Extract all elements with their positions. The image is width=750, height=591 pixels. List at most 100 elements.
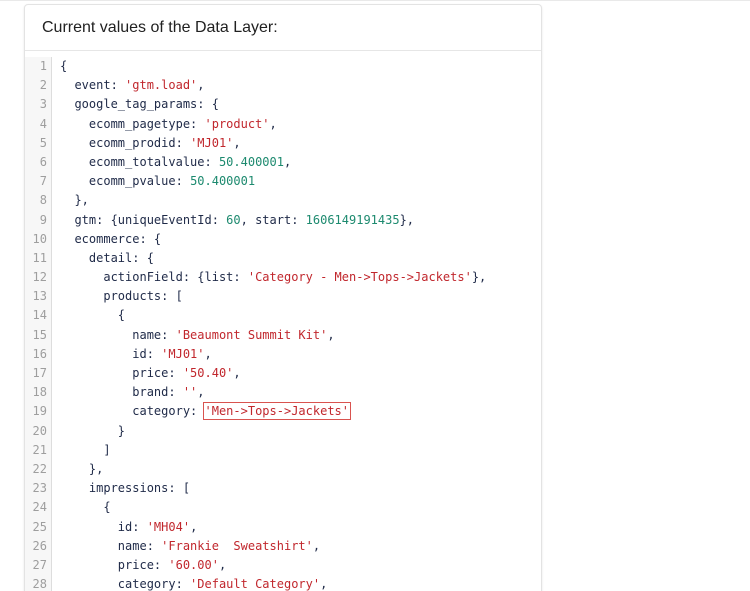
line-number: 5 xyxy=(25,133,52,153)
line-number: 22 xyxy=(25,459,52,480)
code-token: , xyxy=(312,538,321,553)
code-line: 2 event: 'gtm.load', xyxy=(25,76,541,96)
code-token: }, xyxy=(88,461,104,476)
code-line: 10 ecommerce: { xyxy=(25,229,541,249)
line-number: 24 xyxy=(25,498,52,518)
code-token: '50.40' xyxy=(182,366,234,380)
code-token: , xyxy=(190,519,198,534)
code-token: ecomm_prodid: xyxy=(88,135,191,150)
code-line: 21 ] xyxy=(25,440,541,460)
line-number: 20 xyxy=(25,421,52,441)
code-token: price: xyxy=(117,557,169,572)
code-line: 15 name: 'Beaumont Summit Kit', xyxy=(25,325,541,345)
code-text: ] xyxy=(52,441,110,460)
code-text: { xyxy=(52,57,67,76)
code-token: , xyxy=(233,135,241,150)
line-number: 9 xyxy=(25,210,52,230)
code-line: 7 ecomm_pvalue: 50.400001 xyxy=(25,172,541,192)
code-line: 20 } xyxy=(25,421,541,441)
line-number: 28 xyxy=(25,575,52,591)
code-line: 4 ecomm_pagetype: 'product', xyxy=(25,114,541,134)
code-line: 18 brand: '', xyxy=(25,383,541,403)
code-token: 1606149191435 xyxy=(305,212,400,227)
code-line: 23 impressions: [ xyxy=(25,479,541,499)
code-token: , start: xyxy=(240,212,306,227)
code-text: google_tag_params: { xyxy=(52,95,219,114)
code-line: 13 products: [ xyxy=(25,287,541,307)
code-token: 'Category - Men->Tops->Jackets' xyxy=(247,270,472,285)
code-line: 16 id: 'MJ01', xyxy=(25,344,541,364)
code-text: price: '60.00', xyxy=(52,556,226,575)
code-line: 11 detail: { xyxy=(25,248,541,269)
code-token: 'Frankie Sweatshirt' xyxy=(161,538,313,553)
code-token: 'MJ01' xyxy=(161,346,205,361)
code-text: category: 'Default Category', xyxy=(52,575,328,591)
code-token: category: xyxy=(117,577,191,591)
code-token: 'Default Category' xyxy=(190,577,321,591)
code-token: 'Beaumont Summit Kit' xyxy=(175,327,328,342)
code-text: impressions: [ xyxy=(52,479,190,498)
code-line: 19 category: 'Men->Tops->Jackets' xyxy=(25,402,541,422)
code-token: 'MH04' xyxy=(146,519,191,534)
line-number: 8 xyxy=(25,191,52,211)
code-token: , xyxy=(204,346,212,361)
code-line: 5 ecomm_prodid: 'MJ01', xyxy=(25,133,541,153)
code-line: 26 name: 'Frankie Sweatshirt', xyxy=(25,536,541,556)
code-token: , xyxy=(269,116,277,131)
line-number: 13 xyxy=(25,287,52,307)
code-token: name: xyxy=(117,538,162,553)
code-token: { xyxy=(103,500,111,515)
code-text: gtm: {uniqueEventId: 60, start: 16061491… xyxy=(52,211,414,230)
line-number: 17 xyxy=(25,364,52,384)
code-token: 'MJ01' xyxy=(190,135,234,150)
code-token: name: xyxy=(132,327,176,342)
code-token: event: xyxy=(74,78,126,93)
code-token: id: xyxy=(132,346,162,361)
line-number: 18 xyxy=(25,383,52,403)
code-token: ecommerce: { xyxy=(74,231,162,246)
code-token: '60.00' xyxy=(168,557,219,572)
page: Current values of the Data Layer: 1 {2 ev… xyxy=(0,0,750,591)
line-number: 6 xyxy=(25,152,52,173)
code-token: , xyxy=(320,577,328,591)
code-token: { xyxy=(60,59,68,73)
code-text: category: 'Men->Tops->Jackets' xyxy=(52,402,351,421)
code-token: , xyxy=(197,78,205,93)
code-line: 14 { xyxy=(25,306,541,326)
code-token: } xyxy=(117,423,126,438)
code-text: { xyxy=(52,306,125,325)
code-token: 'product' xyxy=(204,116,270,131)
code-token: ecomm_pvalue: xyxy=(88,174,191,189)
code-token: google_tag_params: { xyxy=(74,97,219,112)
panel-header: Current values of the Data Layer: xyxy=(25,5,541,51)
code-token: price: xyxy=(132,366,183,380)
line-number: 27 xyxy=(25,555,52,576)
code-text: ecomm_pagetype: 'product', xyxy=(52,115,277,134)
line-number: 25 xyxy=(25,517,52,537)
code-text: ecomm_pvalue: 50.400001 xyxy=(52,172,255,191)
code-line: 17 price: '50.40', xyxy=(25,364,541,384)
code-viewer[interactable]: 1 {2 event: 'gtm.load', 3 google_tag_param… xyxy=(25,57,541,591)
line-number: 15 xyxy=(25,325,52,345)
line-number: 23 xyxy=(25,479,52,499)
code-line: 8 }, xyxy=(25,191,541,211)
code-text: actionField: {list: 'Category - Men->Top… xyxy=(52,268,486,287)
code-text: name: 'Beaumont Summit Kit', xyxy=(52,326,334,345)
code-text: detail: { xyxy=(52,249,154,268)
code-token: products: [ xyxy=(103,289,183,304)
line-number: 3 xyxy=(25,95,52,115)
line-number: 1 xyxy=(25,57,52,77)
code-line: 22 }, xyxy=(25,459,541,480)
line-number: 11 xyxy=(25,248,52,269)
code-text: { xyxy=(52,498,111,517)
line-number: 7 xyxy=(25,172,52,192)
code-token: id: xyxy=(117,519,147,534)
line-number: 16 xyxy=(25,344,52,364)
